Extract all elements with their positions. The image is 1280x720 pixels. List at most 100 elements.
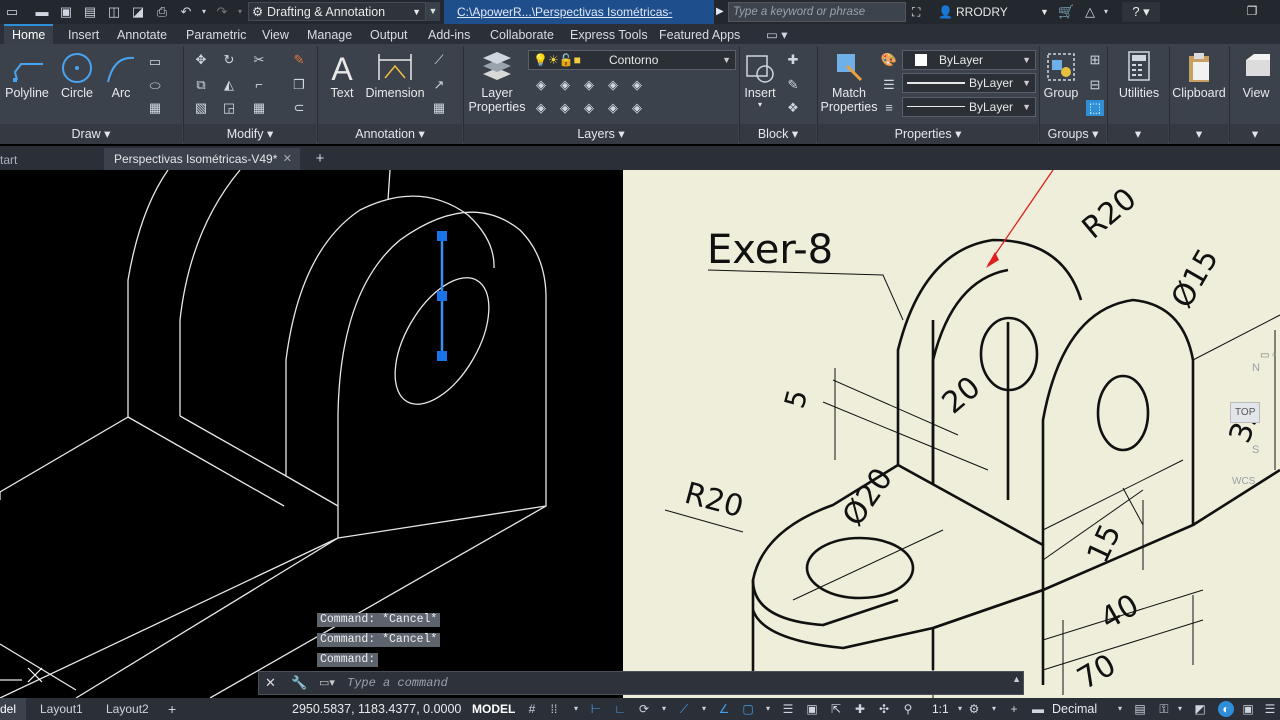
command-prompt-icon[interactable]: ▭▾ — [319, 674, 341, 692]
edit-block-icon[interactable]: ✎ — [784, 77, 802, 93]
grip-top[interactable] — [437, 231, 447, 241]
polar-icon[interactable]: ⟳ — [636, 701, 652, 717]
trim-icon[interactable]: ✂ — [250, 52, 268, 68]
panel-title-block[interactable]: Block ▾ — [740, 124, 816, 144]
wrench-icon[interactable]: 🔧 — [291, 675, 307, 691]
panel-title-utilities[interactable]: ▾ — [1108, 124, 1168, 144]
erase-icon[interactable]: ✎ — [290, 52, 308, 68]
undo-icon[interactable]: ↶ — [178, 4, 194, 20]
infer-constraints-icon[interactable]: ⊢ — [588, 701, 604, 717]
app-menu-icon[interactable]: ▭ — [4, 4, 20, 20]
scale-icon[interactable]: ◲ — [220, 100, 238, 116]
annotate-plus-icon[interactable]: + — [1006, 701, 1022, 717]
customization-icon[interactable]: ☰ — [1262, 701, 1278, 717]
viewcube[interactable]: N TOP S WCS ▭ ▫ — [1230, 348, 1280, 508]
array-icon[interactable]: ▦ — [250, 100, 268, 116]
tab-annotate[interactable]: Annotate — [117, 26, 167, 44]
restore-window-icon[interactable]: ❐ — [1244, 4, 1260, 20]
model-space-toggle[interactable]: MODEL — [472, 698, 515, 720]
linetype-dropdown[interactable]: ByLayer ▼ — [902, 73, 1036, 93]
save-icon[interactable]: ▣ — [58, 4, 74, 20]
offset-icon[interactable]: ⊂ — [290, 100, 308, 116]
units-icon[interactable]: ▬ — [1030, 701, 1046, 717]
isodraft-icon[interactable]: ⟋ — [676, 701, 692, 717]
add-layout-icon[interactable]: + — [168, 698, 176, 720]
match-properties-button[interactable]: Match Properties — [820, 50, 878, 114]
open-folder-icon[interactable]: ▬ — [34, 4, 50, 20]
layer-unlock-icon[interactable]: ◈ — [604, 100, 622, 116]
gradient-icon[interactable]: ▦ — [146, 100, 164, 116]
panel-title-clipboard[interactable]: ▾ — [1170, 124, 1228, 144]
polyline-button[interactable]: Polyline — [4, 50, 50, 100]
text-button[interactable]: A Text — [324, 50, 360, 100]
ribbon-options-icon[interactable]: ▭ ▾ — [766, 26, 788, 44]
mleader-icon[interactable]: ↗ — [430, 77, 448, 93]
hatch-icon[interactable]: ⬭ — [146, 78, 164, 94]
layer-previous-icon[interactable]: ◈ — [580, 77, 598, 93]
grid-icon[interactable]: # — [524, 701, 540, 717]
layer-walk-icon[interactable]: ◈ — [628, 100, 646, 116]
close-icon[interactable]: ✕ — [265, 675, 276, 691]
compass-north[interactable]: N — [1252, 362, 1260, 374]
mirror-icon[interactable]: ◭ — [220, 77, 238, 93]
plot-icon[interactable]: ⎙ — [154, 4, 170, 20]
tab-insert[interactable]: Insert — [68, 26, 99, 44]
selected-line[interactable] — [437, 231, 447, 361]
copy-icon[interactable]: ⧉ — [192, 77, 210, 93]
ortho-icon[interactable]: ∟ — [612, 701, 628, 717]
model-drawing[interactable] — [0, 170, 623, 698]
tab-parametric[interactable]: Parametric — [186, 26, 246, 44]
undo-dropdown-icon[interactable]: ▾ — [196, 4, 212, 20]
gizmo-icon[interactable]: ✣ — [876, 701, 892, 717]
panel-title-view[interactable]: ▾ — [1230, 124, 1280, 144]
explode-icon[interactable]: ❒ — [290, 77, 308, 93]
panel-title-modify[interactable]: Modify ▾ — [184, 124, 316, 144]
utilities-button[interactable]: Utilities — [1112, 50, 1166, 100]
save-as-icon[interactable]: ▤ — [82, 4, 98, 20]
annotation-visibility-icon[interactable]: ⚲ — [900, 701, 916, 717]
tab-collaborate[interactable]: Collaborate — [490, 26, 554, 44]
save-web-icon[interactable]: ◪ — [130, 4, 146, 20]
chevron-down-icon[interactable]: ▾ — [1098, 4, 1114, 20]
file-tab-start[interactable]: tart — [0, 150, 100, 170]
rectangle-icon[interactable]: ▭ — [146, 54, 164, 70]
chevron-down-icon[interactable]: ▾ — [696, 701, 712, 717]
selection-cycling-icon[interactable]: ⇱ — [828, 701, 844, 717]
help-button[interactable]: ? ▾ — [1122, 2, 1160, 22]
hardware-acceleration-icon[interactable]: ◐ — [1218, 701, 1234, 717]
leader-icon[interactable]: ⟋ — [430, 52, 448, 68]
dimension-button[interactable]: Dimension — [364, 50, 426, 100]
layer-unisolate-icon[interactable]: ◈ — [628, 77, 646, 93]
clean-screen-icon[interactable]: ▣ — [1240, 701, 1256, 717]
open-web-icon[interactable]: ◫ — [106, 4, 122, 20]
tab-express-tools[interactable]: Express Tools — [570, 26, 648, 44]
layer-off-icon[interactable]: ◈ — [556, 100, 574, 116]
group-selection-icon[interactable]: ⬚ — [1086, 100, 1104, 116]
color-wheel-icon[interactable]: 🎨 — [880, 52, 898, 68]
view-button[interactable]: View — [1232, 50, 1280, 100]
layer-state-icon[interactable]: ◈ — [532, 77, 550, 93]
tab-view[interactable]: View — [262, 26, 289, 44]
tab-model[interactable]: del — [0, 698, 26, 720]
layer-match-icon[interactable]: ◈ — [556, 77, 574, 93]
tab-addins[interactable]: Add-ins — [428, 26, 470, 44]
lock-ui-icon[interactable]: ⚿ — [1156, 701, 1172, 717]
layer-isolate-icon[interactable]: ◈ — [604, 77, 622, 93]
drawing-area[interactable]: Exer-8 R20 Ø15 5 20 35 R20 Ø20 15 40 70 … — [0, 170, 1280, 698]
grip-bottom[interactable] — [437, 351, 447, 361]
panel-title-properties[interactable]: Properties ▾ — [818, 124, 1038, 144]
tab-layout2[interactable]: Layout2 — [106, 698, 149, 720]
lineweight-dropdown[interactable]: ByLayer ▼ — [902, 97, 1036, 117]
annotation-scale[interactable]: 1:1 — [932, 698, 949, 720]
cart-icon[interactable]: 🛒 — [1058, 4, 1074, 20]
chevron-down-icon[interactable]: ▾ — [760, 701, 776, 717]
search-input[interactable]: Type a keyword or phrase — [728, 2, 906, 22]
file-tab-document[interactable]: Perspectivas Isométricas-V49* ✕ — [104, 148, 300, 170]
viewcube-top[interactable]: TOP — [1230, 402, 1261, 423]
isolate-objects-icon[interactable]: ◩ — [1192, 701, 1208, 717]
compass-south[interactable]: S — [1252, 444, 1259, 456]
arc-button[interactable]: Arc — [104, 50, 138, 100]
quick-access-customize[interactable]: ▼ — [426, 2, 440, 21]
panel-title-layers[interactable]: Layers ▾ — [464, 124, 738, 144]
linetype-icon[interactable]: ☰ — [880, 77, 898, 93]
